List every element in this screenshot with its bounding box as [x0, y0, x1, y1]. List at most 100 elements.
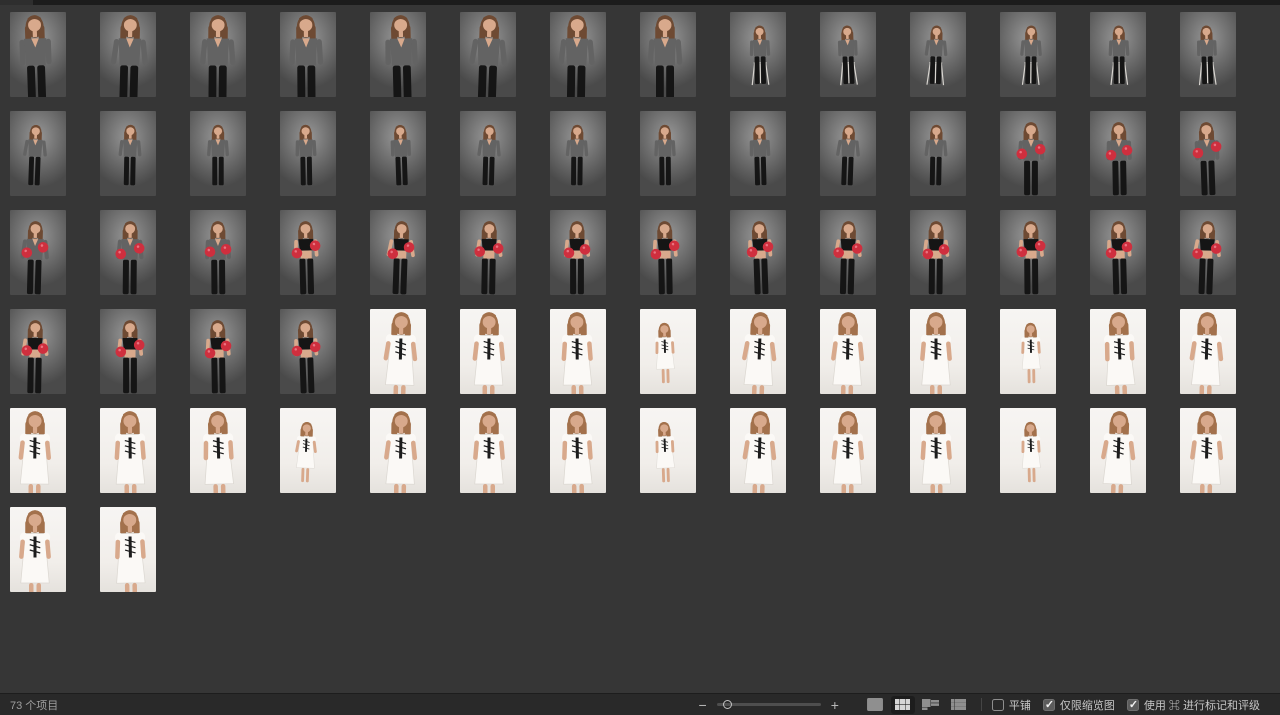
photo-thumbnail[interactable] [10, 210, 66, 295]
photo-thumbnail[interactable] [1180, 309, 1236, 394]
photo-thumbnail[interactable] [820, 309, 876, 394]
photo-thumbnail[interactable] [730, 309, 786, 394]
photo-thumbnail[interactable] [190, 210, 246, 295]
slider-knob[interactable] [723, 700, 732, 709]
thumb-info-view-button[interactable] [919, 696, 943, 714]
zoom-in-button[interactable]: + [825, 698, 845, 712]
photo-thumbnail[interactable] [100, 309, 156, 394]
status-bar: 73 个项目 − + [0, 693, 1280, 715]
checkbox-use-cmd-rating[interactable]: 使用 ⌘ 进行标记和评级 [1127, 697, 1260, 713]
photo-thumbnail[interactable] [100, 210, 156, 295]
photo-thumbnail[interactable] [100, 507, 156, 592]
thumbnail-size-slider[interactable] [717, 698, 821, 712]
photo-thumbnail[interactable] [1090, 408, 1146, 493]
photo-thumbnail[interactable] [1000, 12, 1056, 97]
photo-thumbnail[interactable] [460, 12, 516, 97]
checkbox-label: 仅限缩览图 [1060, 697, 1115, 713]
photo-thumbnail[interactable] [190, 111, 246, 196]
photo-thumbnail[interactable] [1000, 210, 1056, 295]
item-count-label: 73 个项目 [10, 697, 58, 713]
photo-thumbnail[interactable] [550, 309, 606, 394]
photo-thumbnail[interactable] [640, 408, 696, 493]
photo-thumbnail[interactable] [100, 111, 156, 196]
photo-thumbnail[interactable] [370, 309, 426, 394]
photo-thumbnail[interactable] [640, 210, 696, 295]
checkbox-box[interactable] [992, 699, 1004, 711]
photo-thumbnail[interactable] [640, 111, 696, 196]
photo-thumbnail[interactable] [280, 309, 336, 394]
checkbox-label: 使用 ⌘ 进行标记和评级 [1144, 697, 1260, 713]
list-view-button[interactable] [947, 696, 971, 714]
photo-thumbnail[interactable] [1090, 210, 1146, 295]
photo-thumbnail[interactable] [100, 12, 156, 97]
photo-thumbnail[interactable] [820, 210, 876, 295]
photo-thumbnail[interactable] [1000, 309, 1056, 394]
photo-thumbnail[interactable] [370, 210, 426, 295]
thumbnail-grid [10, 12, 1272, 592]
photo-thumbnail[interactable] [1000, 111, 1056, 196]
checkbox-thumbnails-only[interactable]: 仅限缩览图 [1043, 697, 1115, 713]
photo-thumbnail[interactable] [10, 111, 66, 196]
photo-thumbnail[interactable] [280, 210, 336, 295]
photo-thumbnail[interactable] [730, 12, 786, 97]
photo-thumbnail[interactable] [550, 111, 606, 196]
photo-thumbnail[interactable] [550, 210, 606, 295]
photo-thumbnail[interactable] [10, 507, 66, 592]
photo-thumbnail[interactable] [280, 408, 336, 493]
photo-browser-window: 73 个项目 − + [0, 0, 1280, 715]
photo-thumbnail[interactable] [460, 210, 516, 295]
photo-thumbnail[interactable] [730, 111, 786, 196]
photo-thumbnail[interactable] [1090, 12, 1146, 97]
photo-thumbnail[interactable] [10, 12, 66, 97]
photo-thumbnail[interactable] [1090, 309, 1146, 394]
grid-view-button[interactable] [891, 696, 915, 714]
photo-thumbnail[interactable] [1090, 111, 1146, 196]
photo-thumbnail[interactable] [190, 12, 246, 97]
photo-thumbnail[interactable] [730, 408, 786, 493]
photo-thumbnail[interactable] [910, 210, 966, 295]
photo-thumbnail[interactable] [370, 408, 426, 493]
photo-thumbnail[interactable] [1180, 210, 1236, 295]
thumbnail-with-text-icon [922, 699, 939, 710]
photo-thumbnail[interactable] [730, 210, 786, 295]
photo-thumbnail[interactable] [1000, 408, 1056, 493]
checkbox-tile[interactable]: 平铺 [992, 697, 1031, 713]
photo-thumbnail[interactable] [460, 408, 516, 493]
photo-thumbnail[interactable] [370, 111, 426, 196]
photo-thumbnail[interactable] [1180, 408, 1236, 493]
zoom-out-button[interactable]: − [693, 698, 713, 712]
list-icon [951, 699, 966, 710]
lighttable-view-button[interactable] [863, 696, 887, 714]
divider [981, 698, 982, 711]
window-top-edge [0, 0, 1280, 5]
photo-thumbnail[interactable] [1180, 12, 1236, 97]
photo-thumbnail[interactable] [370, 12, 426, 97]
grid-outline-icon [867, 698, 883, 711]
photo-thumbnail[interactable] [640, 309, 696, 394]
photo-thumbnail[interactable] [820, 12, 876, 97]
window-top-edge-segment [0, 0, 33, 5]
photo-thumbnail[interactable] [820, 111, 876, 196]
photo-thumbnail[interactable] [820, 408, 876, 493]
photo-thumbnail[interactable] [190, 408, 246, 493]
checkbox-box[interactable] [1043, 699, 1055, 711]
photo-thumbnail[interactable] [10, 408, 66, 493]
photo-thumbnail[interactable] [190, 309, 246, 394]
grid-filled-icon [895, 699, 910, 710]
photo-thumbnail[interactable] [460, 111, 516, 196]
photo-thumbnail[interactable] [460, 309, 516, 394]
photo-thumbnail[interactable] [910, 12, 966, 97]
photo-thumbnail[interactable] [10, 309, 66, 394]
photo-thumbnail[interactable] [550, 12, 606, 97]
photo-thumbnail[interactable] [100, 408, 156, 493]
photo-thumbnail[interactable] [910, 111, 966, 196]
photo-thumbnail[interactable] [1180, 111, 1236, 196]
checkbox-box[interactable] [1127, 699, 1139, 711]
photo-thumbnail[interactable] [280, 12, 336, 97]
photo-thumbnail[interactable] [910, 408, 966, 493]
photo-thumbnail[interactable] [550, 408, 606, 493]
photo-thumbnail[interactable] [280, 111, 336, 196]
photo-thumbnail[interactable] [640, 12, 696, 97]
slider-track[interactable] [717, 703, 821, 706]
photo-thumbnail[interactable] [910, 309, 966, 394]
